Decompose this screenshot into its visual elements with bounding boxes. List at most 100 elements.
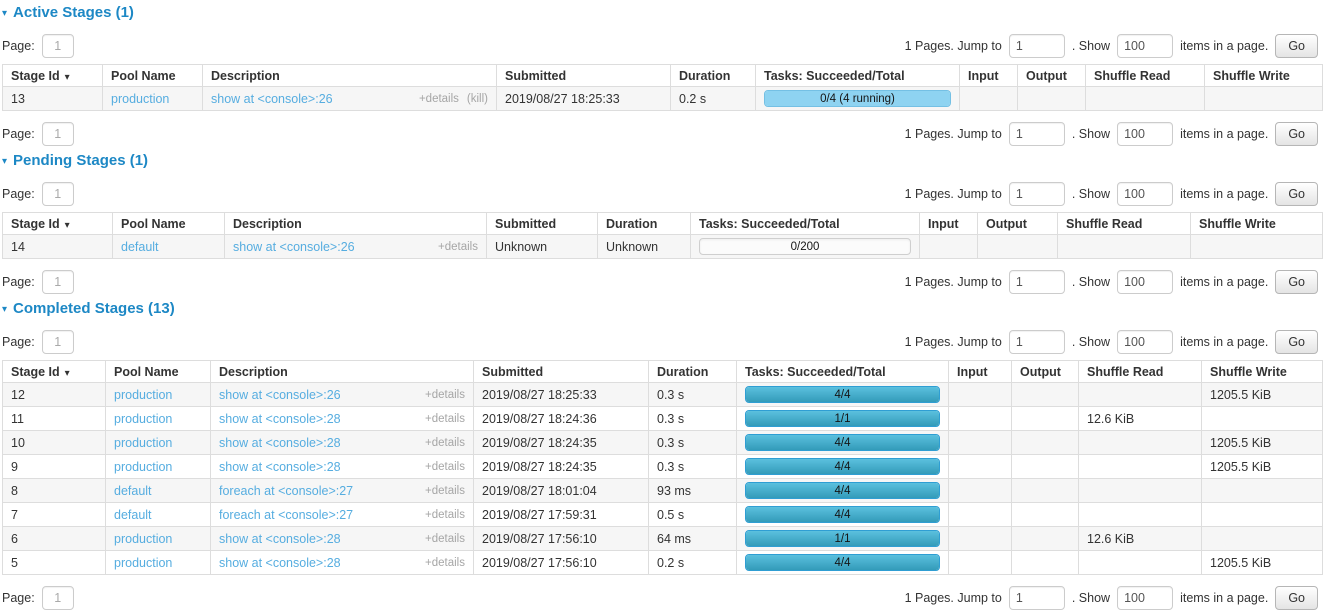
page-input[interactable] [42, 182, 74, 206]
column-header-description[interactable]: Description [211, 361, 474, 383]
details-toggle[interactable]: +details [438, 241, 478, 253]
stage-id-cell: 8 [3, 479, 106, 503]
go-button[interactable]: Go [1275, 270, 1318, 294]
page-input[interactable] [42, 34, 74, 58]
column-header-input[interactable]: Input [920, 213, 978, 235]
show-label: . Show [1072, 39, 1110, 53]
column-header-output[interactable]: Output [1018, 65, 1086, 87]
page-input[interactable] [42, 122, 74, 146]
show-input[interactable] [1117, 330, 1173, 354]
show-input[interactable] [1117, 270, 1173, 294]
column-header-shuffle-read[interactable]: Shuffle Read [1058, 213, 1191, 235]
column-header-output[interactable]: Output [978, 213, 1058, 235]
details-toggle[interactable]: +details [419, 93, 459, 105]
go-button[interactable]: Go [1275, 586, 1318, 610]
pool-name-link[interactable]: default [114, 508, 152, 522]
pending-stages-section: ▾Pending Stages (1)Page:1 Pages. Jump to… [2, 152, 1320, 295]
details-toggle[interactable]: +details [425, 485, 465, 497]
column-header-stage-id[interactable]: Stage Id▾ [3, 361, 106, 383]
column-header-description[interactable]: Description [225, 213, 487, 235]
column-header-pool-name[interactable]: Pool Name [106, 361, 211, 383]
go-button[interactable]: Go [1275, 34, 1318, 58]
show-input[interactable] [1117, 122, 1173, 146]
pager-right: 1 Pages. Jump to. Showitems in a page.Go [905, 122, 1318, 146]
go-button[interactable]: Go [1275, 122, 1318, 146]
column-header-description[interactable]: Description [203, 65, 497, 87]
pool-name-link[interactable]: production [114, 532, 172, 546]
column-header-tasks-succeeded-total[interactable]: Tasks: Succeeded/Total [756, 65, 960, 87]
column-header-tasks-succeeded-total[interactable]: Tasks: Succeeded/Total [691, 213, 920, 235]
description-link[interactable]: foreach at <console>:27 [219, 484, 353, 498]
input-cell [949, 551, 1012, 575]
jump-to-input[interactable] [1009, 182, 1065, 206]
column-header-stage-id[interactable]: Stage Id▾ [3, 213, 113, 235]
details-toggle[interactable]: +details [425, 509, 465, 521]
column-header-input[interactable]: Input [949, 361, 1012, 383]
shuffle-write-cell: 1205.5 KiB [1202, 431, 1323, 455]
description-link[interactable]: show at <console>:26 [233, 240, 355, 254]
column-header-shuffle-write[interactable]: Shuffle Write [1205, 65, 1323, 87]
column-header-duration[interactable]: Duration [598, 213, 691, 235]
pool-name-link[interactable]: production [114, 436, 172, 450]
column-header-submitted[interactable]: Submitted [474, 361, 649, 383]
jump-to-input[interactable] [1009, 586, 1065, 610]
column-header-shuffle-write[interactable]: Shuffle Write [1191, 213, 1323, 235]
details-toggle[interactable]: +details [425, 437, 465, 449]
go-button[interactable]: Go [1275, 330, 1318, 354]
pool-name-link[interactable]: production [114, 388, 172, 402]
pool-name-link[interactable]: production [114, 460, 172, 474]
column-header-submitted[interactable]: Submitted [487, 213, 598, 235]
jump-to-input[interactable] [1009, 270, 1065, 294]
description-link[interactable]: show at <console>:26 [211, 92, 333, 106]
pool-name-link[interactable]: default [114, 484, 152, 498]
section-title-pending[interactable]: ▾Pending Stages (1) [2, 152, 1320, 169]
column-header-tasks-succeeded-total[interactable]: Tasks: Succeeded/Total [737, 361, 949, 383]
show-input[interactable] [1117, 586, 1173, 610]
column-header-stage-id[interactable]: Stage Id▾ [3, 65, 103, 87]
column-header-duration[interactable]: Duration [649, 361, 737, 383]
description-link[interactable]: show at <console>:28 [219, 556, 341, 570]
details-toggle[interactable]: +details [425, 461, 465, 473]
pool-name-link[interactable]: default [121, 240, 159, 254]
go-button[interactable]: Go [1275, 182, 1318, 206]
jump-to-input[interactable] [1009, 34, 1065, 58]
section-title-completed[interactable]: ▾Completed Stages (13) [2, 300, 1320, 317]
description-link[interactable]: foreach at <console>:27 [219, 508, 353, 522]
description-link[interactable]: show at <console>:28 [219, 436, 341, 450]
jump-to-input[interactable] [1009, 330, 1065, 354]
kill-link[interactable]: (kill) [467, 93, 488, 105]
column-header-duration[interactable]: Duration [671, 65, 756, 87]
description-link[interactable]: show at <console>:28 [219, 460, 341, 474]
pool-name-link[interactable]: production [111, 92, 169, 106]
details-toggle[interactable]: +details [425, 389, 465, 401]
column-header-shuffle-read[interactable]: Shuffle Read [1086, 65, 1205, 87]
pool-name-link[interactable]: production [114, 556, 172, 570]
output-cell [1012, 455, 1079, 479]
column-header-pool-name[interactable]: Pool Name [103, 65, 203, 87]
description-link[interactable]: show at <console>:28 [219, 532, 341, 546]
section-title-active[interactable]: ▾Active Stages (1) [2, 4, 1320, 21]
page-input[interactable] [42, 586, 74, 610]
column-header-submitted[interactable]: Submitted [497, 65, 671, 87]
duration-cell: 0.3 s [649, 431, 737, 455]
column-header-input[interactable]: Input [960, 65, 1018, 87]
page-input[interactable] [42, 330, 74, 354]
tasks-progress: 4/4 [745, 434, 940, 451]
pool-name-link[interactable]: production [114, 412, 172, 426]
description-link[interactable]: show at <console>:26 [219, 388, 341, 402]
jump-to-input[interactable] [1009, 122, 1065, 146]
details-toggle[interactable]: +details [425, 557, 465, 569]
details-toggle[interactable]: +details [425, 533, 465, 545]
tasks-cell: 1/1 [737, 527, 949, 551]
pool-name-cell: production [106, 551, 211, 575]
column-header-shuffle-read[interactable]: Shuffle Read [1079, 361, 1202, 383]
details-toggle[interactable]: +details [425, 413, 465, 425]
show-input[interactable] [1117, 34, 1173, 58]
page-input[interactable] [42, 270, 74, 294]
description-link[interactable]: show at <console>:28 [219, 412, 341, 426]
column-header-shuffle-write[interactable]: Shuffle Write [1202, 361, 1323, 383]
column-header-pool-name[interactable]: Pool Name [113, 213, 225, 235]
shuffle-write-cell [1202, 527, 1323, 551]
show-input[interactable] [1117, 182, 1173, 206]
column-header-output[interactable]: Output [1012, 361, 1079, 383]
